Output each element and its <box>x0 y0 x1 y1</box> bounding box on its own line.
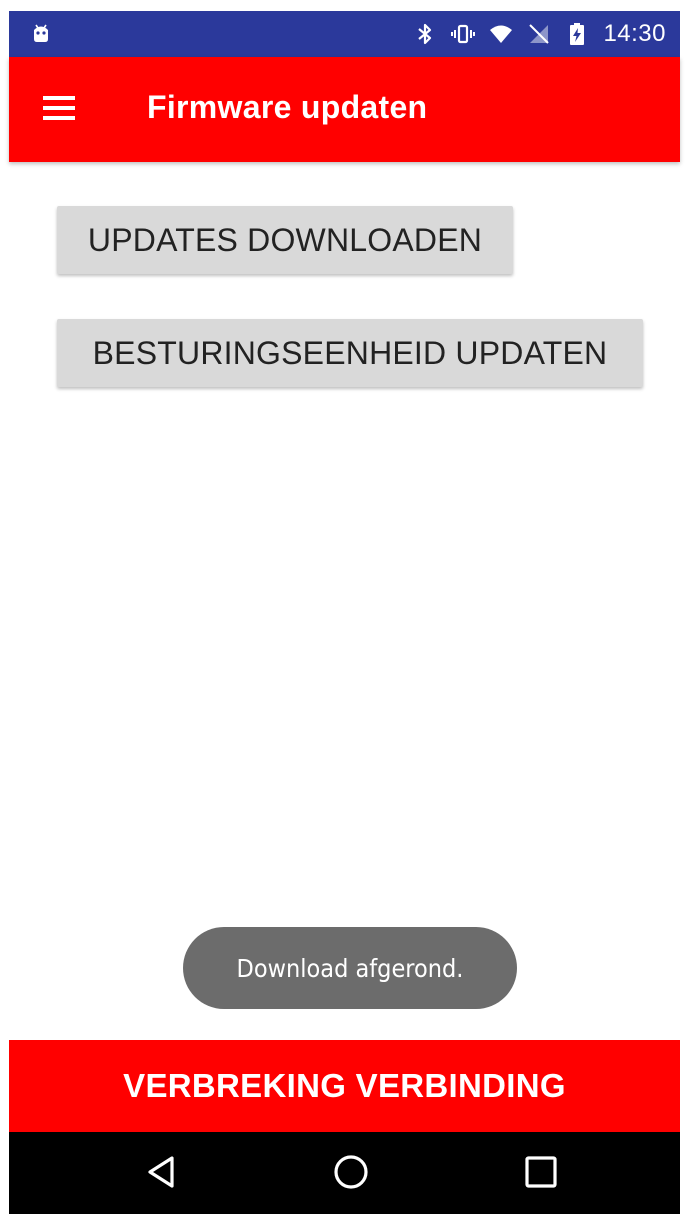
page-title: Firmware updaten <box>147 89 428 125</box>
update-controller-button[interactable]: BESTURINGSEENHEID UPDATEN <box>57 319 643 387</box>
no-sim-icon <box>527 22 551 46</box>
app-bar: Firmware updaten <box>9 57 680 162</box>
navigation-bar <box>9 1132 680 1214</box>
toast-message: Download afgerond. <box>183 927 517 1009</box>
screen: 14:30 Firmware updaten UPDATES DOWNLOADE… <box>0 0 689 1214</box>
status-time: 14:30 <box>603 20 666 47</box>
home-icon[interactable] <box>331 1152 371 1192</box>
bluetooth-icon <box>413 22 437 46</box>
disconnect-button[interactable]: VERBREKING VERBINDING <box>9 1040 680 1132</box>
download-updates-button[interactable]: UPDATES DOWNLOADEN <box>57 206 513 274</box>
status-bar: 14:30 <box>9 11 680 57</box>
wifi-icon <box>489 22 513 46</box>
hamburger-menu-icon[interactable] <box>39 93 79 125</box>
recent-apps-icon[interactable] <box>521 1152 561 1192</box>
vibrate-icon <box>451 22 476 46</box>
back-icon[interactable] <box>142 1152 182 1192</box>
android-debug-icon <box>29 21 53 45</box>
battery-charging-icon <box>565 22 589 46</box>
